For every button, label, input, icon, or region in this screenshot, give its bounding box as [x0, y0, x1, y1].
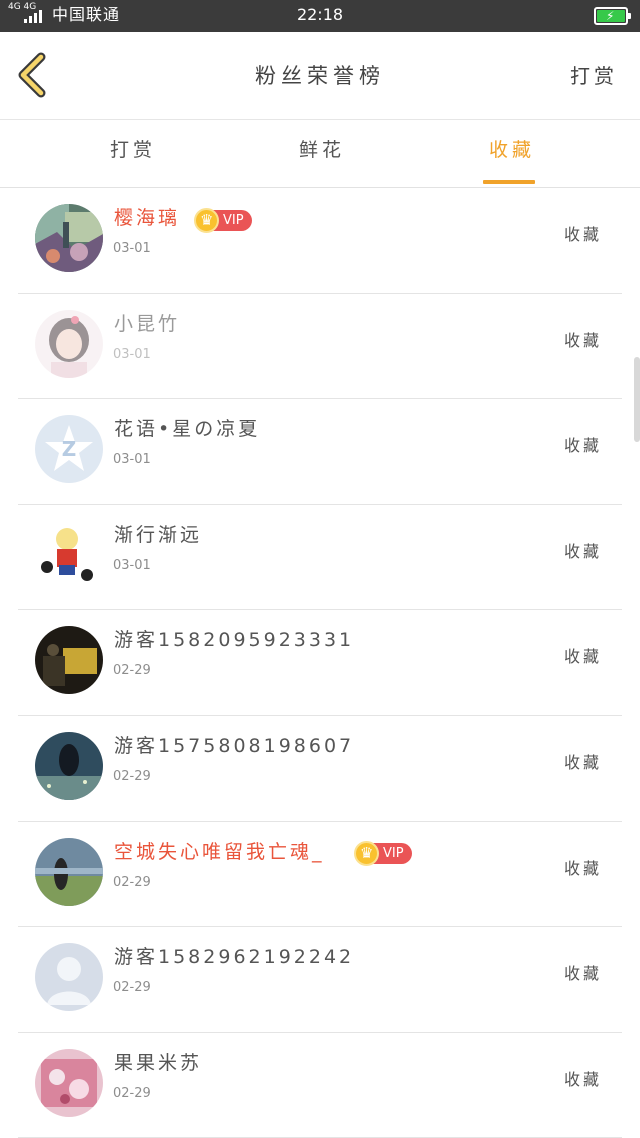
date: 02-29 [113, 980, 151, 996]
username: 樱海璃 [114, 207, 181, 229]
date: 03-01 [113, 557, 151, 573]
date: 03-01 [113, 241, 151, 256]
page-title: 粉丝荣誉榜 [255, 64, 385, 88]
vip-badge: VIP [194, 207, 252, 233]
list-item[interactable]: 游客1582095923331 02-29 收藏 [18, 610, 622, 716]
charging-bolt-icon: ⚡ [606, 9, 615, 23]
date: 02-29 [113, 663, 151, 679]
list-item[interactable]: Z 花语•星の凉夏 03-01 收藏 [18, 399, 622, 505]
avatar [35, 943, 103, 1012]
username: 空城失心唯留我亡魂_ [114, 840, 325, 863]
favorite-label: 收藏 [563, 647, 602, 667]
username: 花语•星の凉夏 [114, 418, 261, 441]
tab-favorites[interactable]: 收藏 [452, 121, 572, 188]
favorite-label: 收藏 [563, 964, 602, 984]
tab-label: 收藏 [488, 139, 535, 161]
favorite-label: 收藏 [563, 330, 602, 350]
list-item[interactable]: 空城失心唯留我亡魂_ VIP 02-29 收藏 [18, 822, 622, 928]
reward-button[interactable]: 打赏 [570, 62, 618, 90]
username: 游客1582095923331 [114, 629, 355, 652]
fan-list: 樱海璃 VIP 03-01 收藏 小昆竹 03-01 收藏 Z [18, 188, 622, 1138]
clock: 22:18 [296, 5, 344, 24]
username: 果果米苏 [114, 1051, 203, 1074]
vip-badge: VIP [354, 841, 412, 867]
date: 02-29 [113, 768, 151, 784]
date: 03-01 [113, 346, 151, 362]
username: 渐行渐远 [114, 523, 203, 546]
crown-icon [354, 841, 379, 867]
scrollbar[interactable] [634, 357, 640, 442]
date: 02-29 [113, 874, 151, 890]
tab-label: 鲜花 [298, 139, 345, 161]
status-bar: 4G 4G 中国联通 22:18 ⚡ [0, 0, 640, 32]
list-item[interactable]: 游客1582962192242 02-29 收藏 [18, 927, 622, 1033]
list-item[interactable]: 果果米苏 02-29 收藏 [18, 1033, 622, 1138]
favorite-label: 收藏 [563, 752, 602, 772]
tab-label: 打赏 [109, 139, 156, 161]
avatar [35, 626, 103, 695]
username: 游客1582962192242 [114, 946, 355, 969]
favorite-label: 收藏 [563, 858, 602, 878]
list-item[interactable]: 小昆竹 03-01 收藏 [18, 294, 622, 400]
tab-bar: 打赏 鲜花 收藏 [0, 121, 640, 188]
battery-icon: ⚡ [594, 7, 631, 25]
tab-flowers[interactable]: 鲜花 [262, 121, 382, 188]
list-item[interactable]: 樱海璃 VIP 03-01 收藏 [18, 188, 622, 294]
avatar [35, 520, 103, 589]
avatar [35, 1048, 103, 1117]
list-item[interactable]: 渐行渐远 03-01 收藏 [18, 505, 622, 611]
tab-reward[interactable]: 打赏 [73, 121, 193, 188]
top-app-bar: 粉丝荣誉榜 打赏 [0, 32, 640, 120]
list-item[interactable]: 游客1575808198607 02-29 收藏 [18, 716, 622, 822]
svg-text:Z: Z [62, 437, 77, 461]
username: 小昆竹 [114, 312, 181, 335]
avatar [35, 309, 103, 378]
avatar [35, 204, 103, 272]
favorite-label: 收藏 [563, 225, 602, 244]
crown-icon [194, 207, 219, 233]
tab-indicator [483, 180, 535, 184]
avatar [35, 731, 103, 800]
date: 03-01 [113, 452, 151, 468]
avatar [35, 837, 103, 906]
favorite-label: 收藏 [563, 541, 602, 561]
favorite-label: 收藏 [563, 1069, 602, 1089]
username: 游客1575808198607 [114, 734, 355, 757]
favorite-label: 收藏 [563, 436, 602, 456]
avatar: Z [35, 415, 103, 484]
date: 02-29 [113, 1085, 151, 1101]
